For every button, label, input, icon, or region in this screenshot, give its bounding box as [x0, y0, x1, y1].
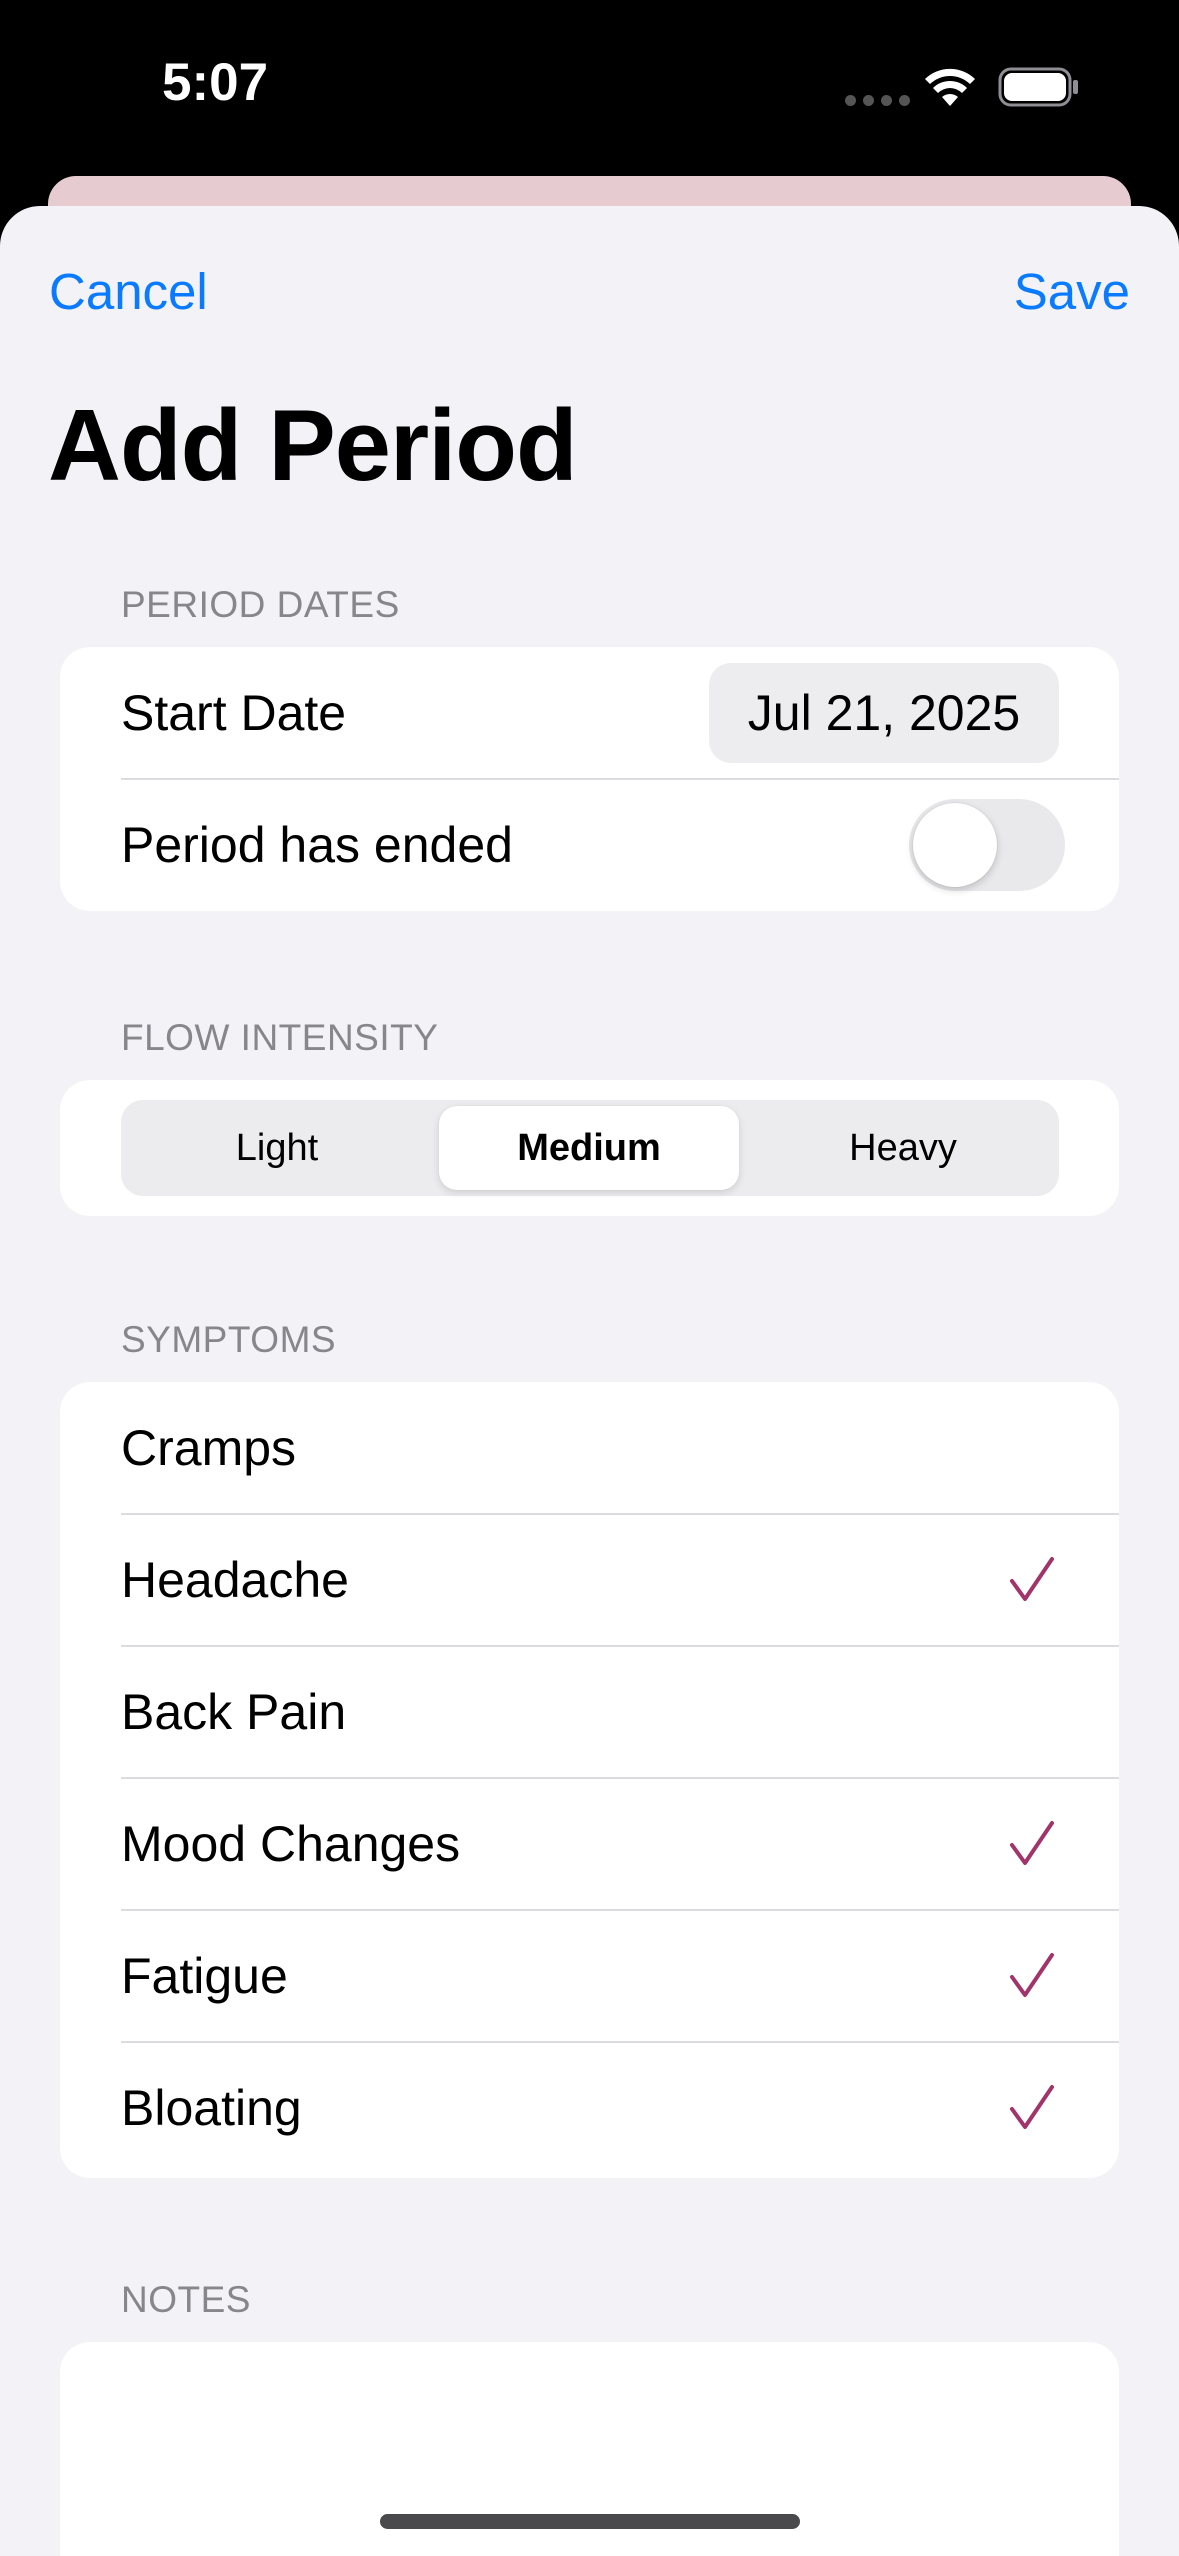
wifi-icon	[925, 68, 975, 106]
symptom-row-cramps[interactable]: Cramps	[60, 1382, 1119, 1514]
symptom-label: Cramps	[121, 1420, 297, 1476]
flow-intensity-header: FLOW INTENSITY	[121, 1017, 439, 1058]
symptom-label: Back Pain	[121, 1684, 347, 1740]
battery-icon	[998, 67, 1078, 107]
start-date-picker[interactable]: Jul 21, 2025	[709, 663, 1059, 763]
checkmark-icon	[1010, 1953, 1054, 1997]
symptom-label: Headache	[121, 1552, 349, 1608]
symptom-row-bloating[interactable]: Bloating	[60, 2042, 1119, 2174]
symptoms-header: SYMPTOMS	[121, 1319, 337, 1360]
symptom-row-back-pain[interactable]: Back Pain	[60, 1646, 1119, 1778]
flow-segmented-control: Light Medium Heavy	[121, 1100, 1059, 1196]
symptom-row-headache[interactable]: Headache	[60, 1514, 1119, 1646]
period-ended-label: Period has ended	[121, 817, 513, 873]
period-dates-header: PERIOD DATES	[121, 584, 400, 625]
checkmark-icon	[1010, 2085, 1054, 2129]
checkmark-icon	[1010, 1821, 1054, 1865]
symptom-label: Mood Changes	[121, 1816, 461, 1872]
status-bar: 5:07	[0, 0, 1179, 175]
flow-intensity-group: Light Medium Heavy	[60, 1080, 1119, 1216]
page-title: Add Period	[48, 390, 578, 502]
start-date-label: Start Date	[121, 685, 347, 741]
checkmark-icon	[1010, 1557, 1054, 1601]
period-dates-group: Start Date Jul 21, 2025 Period has ended	[60, 647, 1119, 911]
home-indicator[interactable]	[380, 2514, 800, 2529]
segment-medium[interactable]: Medium	[439, 1106, 739, 1190]
period-ended-row: Period has ended	[60, 779, 1119, 911]
symptom-label: Bloating	[121, 2080, 302, 2136]
toggle-knob	[913, 803, 997, 887]
symptom-row-fatigue[interactable]: Fatigue	[60, 1910, 1119, 2042]
symptoms-group: Cramps Headache Back Pain Mood Changes F…	[60, 1382, 1119, 2178]
cancel-button[interactable]: Cancel	[49, 262, 208, 321]
notes-header: NOTES	[121, 2279, 251, 2320]
start-date-row: Start Date Jul 21, 2025	[60, 647, 1119, 779]
save-button[interactable]: Save	[1014, 262, 1130, 321]
status-time: 5:07	[162, 53, 269, 112]
add-period-sheet: Cancel Save Add Period PERIOD DATES Star…	[0, 206, 1179, 2556]
period-ended-toggle[interactable]	[909, 799, 1065, 891]
cellular-signal-icon	[845, 95, 910, 106]
segment-heavy[interactable]: Heavy	[753, 1106, 1053, 1190]
symptom-row-mood-changes[interactable]: Mood Changes	[60, 1778, 1119, 1910]
segment-light[interactable]: Light	[127, 1106, 427, 1190]
symptom-label: Fatigue	[121, 1948, 288, 2004]
